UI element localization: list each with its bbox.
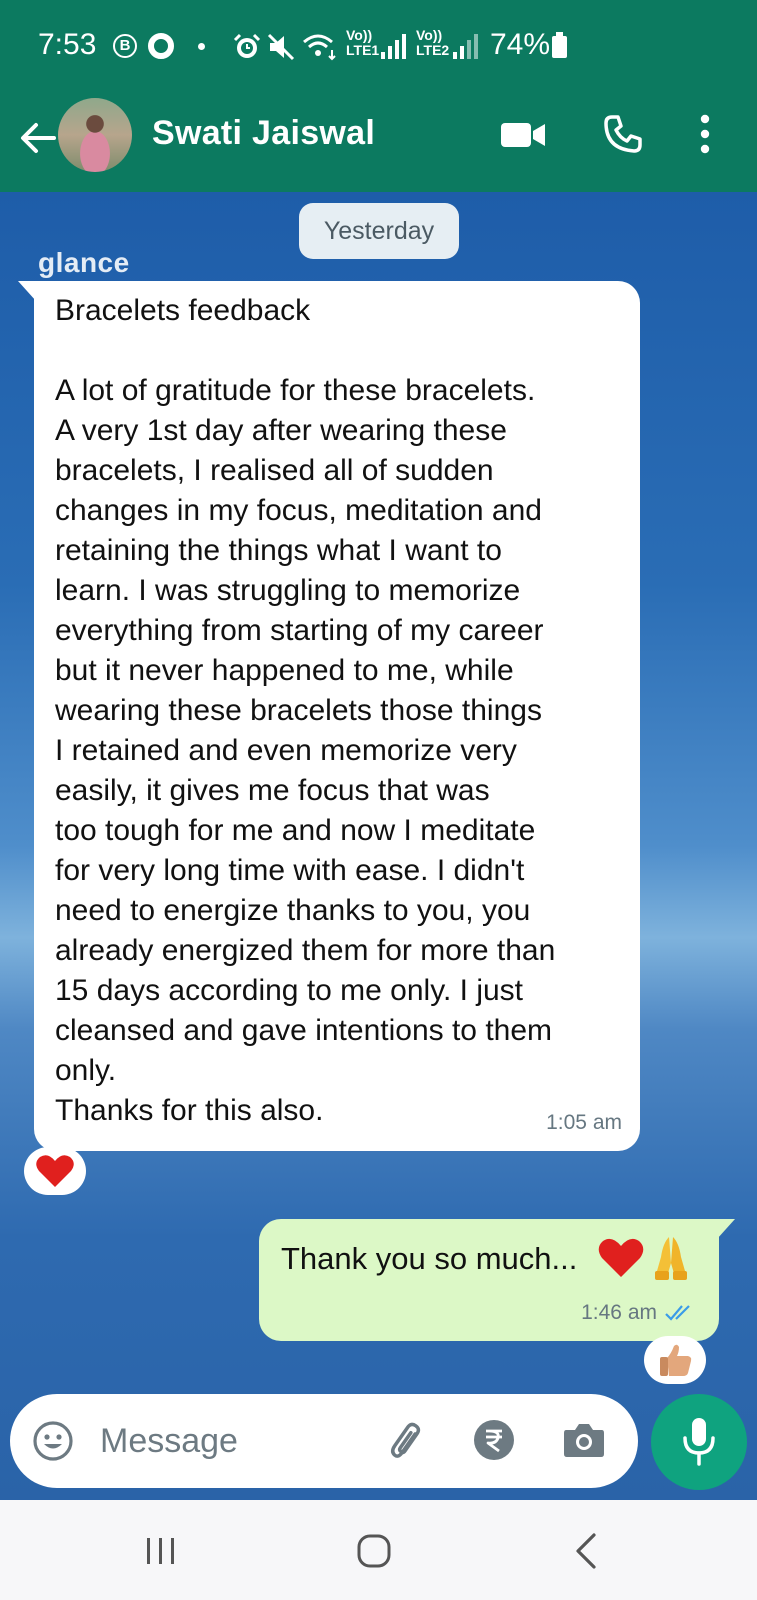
- signal-sim1-icon: [381, 34, 406, 59]
- message-input[interactable]: [100, 1414, 350, 1468]
- phone-call-icon[interactable]: [603, 114, 643, 154]
- emoji-icon[interactable]: [32, 1420, 74, 1462]
- signal-sim2-icon: [453, 34, 478, 59]
- date-separator: Yesterday: [299, 203, 459, 259]
- incoming-message-time: 1:05 am: [546, 1111, 622, 1134]
- outgoing-message-time: 1:46 am: [581, 1301, 657, 1324]
- battery-percent: 74%: [490, 28, 551, 61]
- android-nav-bar: [0, 1500, 757, 1600]
- outgoing-message-bubble[interactable]: Thank you so much... 1:46 am: [259, 1219, 735, 1341]
- volte1-label: Vo)) LTE1: [346, 27, 380, 58]
- back-icon[interactable]: [574, 1532, 598, 1570]
- battery-icon: [552, 32, 567, 58]
- back-arrow-icon[interactable]: [16, 116, 60, 160]
- read-double-tick-icon: [665, 1305, 690, 1321]
- incoming-message-text: Bracelets feedback A lot of gratitude fo…: [55, 294, 556, 1127]
- thumbs-up-reaction[interactable]: [644, 1336, 706, 1384]
- heart-and-folded-hands-icon: [598, 1237, 687, 1280]
- camera-icon[interactable]: [562, 1420, 606, 1460]
- contact-avatar[interactable]: [58, 98, 132, 172]
- mute-icon: [267, 33, 295, 61]
- home-icon[interactable]: [357, 1534, 391, 1568]
- glance-logo: glance: [38, 247, 130, 278]
- more-options-icon[interactable]: [700, 114, 710, 154]
- video-call-icon[interactable]: [500, 120, 546, 150]
- message-composer: [10, 1394, 638, 1488]
- recents-icon[interactable]: [144, 1536, 178, 1566]
- heart-reaction[interactable]: [24, 1147, 86, 1195]
- attach-icon[interactable]: [382, 1418, 426, 1462]
- outgoing-message-text: Thank you so much...: [281, 1241, 578, 1276]
- alarm-icon: [233, 33, 261, 58]
- chat-header: Swati Jaiswal: [0, 92, 757, 192]
- notification-dot-icon: [198, 43, 205, 50]
- mic-icon: [683, 1418, 715, 1466]
- ring-icon: [148, 33, 174, 59]
- status-bar: 7:53 B Vo)) LTE1 Vo)) LTE2 74%: [0, 0, 757, 92]
- red-heart-emoji-icon: [36, 1155, 74, 1187]
- rupee-payment-icon[interactable]: [472, 1418, 516, 1462]
- volte2-label: Vo)) LTE2: [416, 27, 450, 58]
- incoming-message-bubble[interactable]: Bracelets feedback A lot of gratitude fo…: [18, 281, 640, 1151]
- b-circle-icon: B: [113, 34, 137, 58]
- status-time: 7:53: [38, 28, 97, 61]
- thumbs-up-emoji-icon: [660, 1344, 692, 1376]
- voice-message-button[interactable]: [651, 1394, 747, 1490]
- contact-name[interactable]: Swati Jaiswal: [152, 114, 375, 153]
- wifi-icon: [303, 34, 336, 61]
